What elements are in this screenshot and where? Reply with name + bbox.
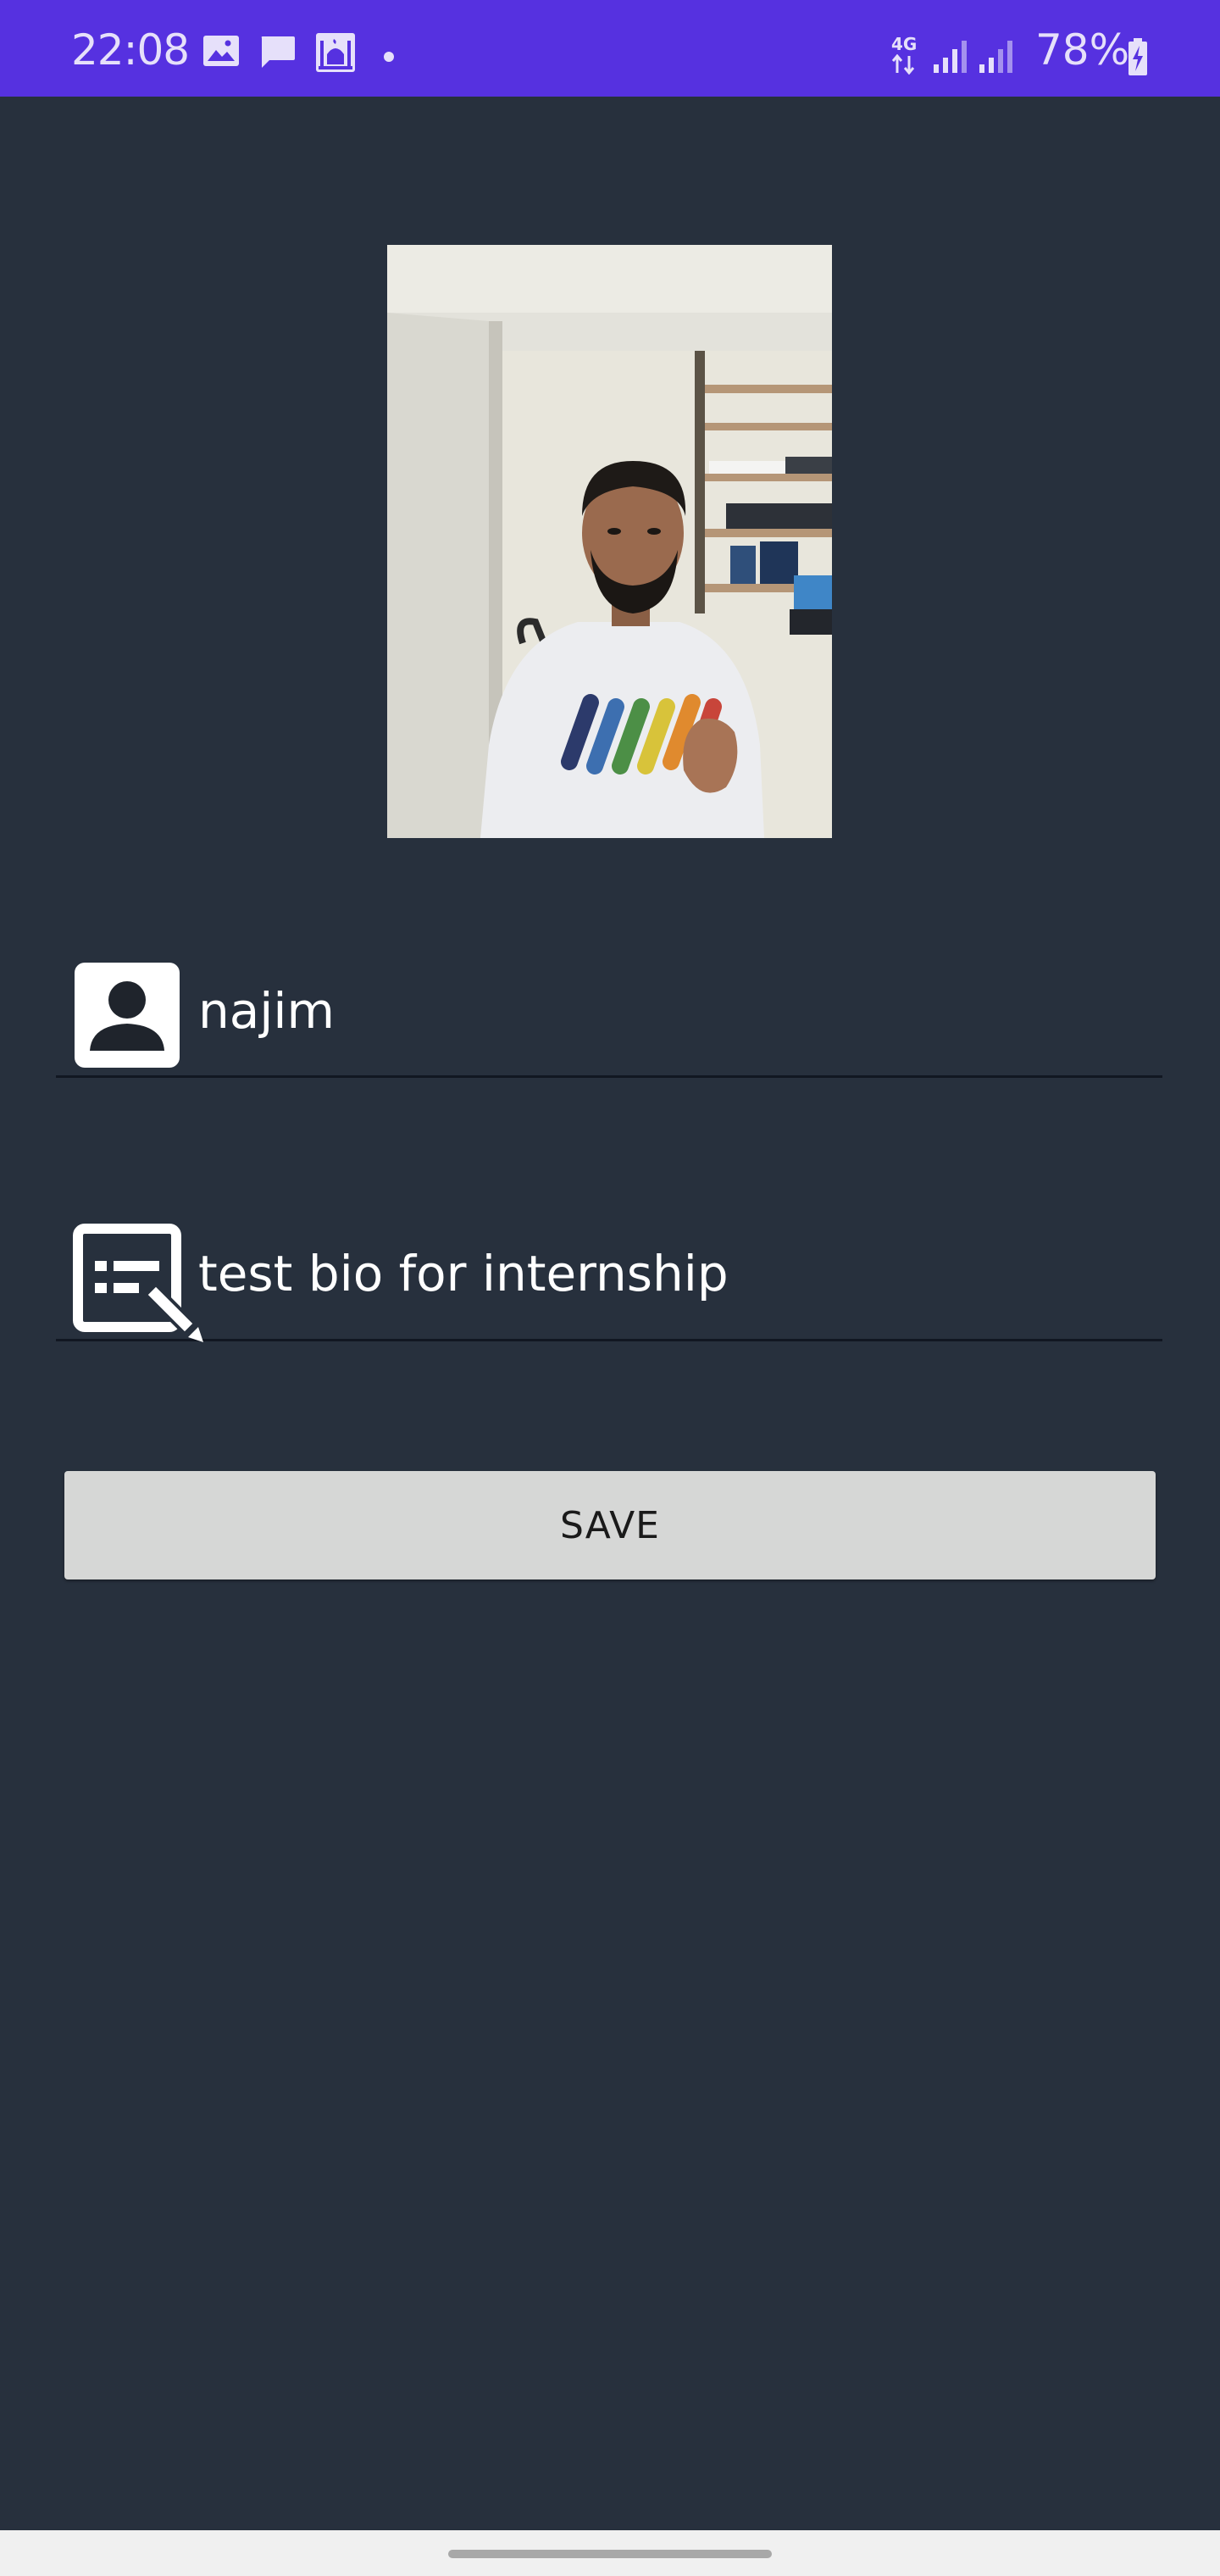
image-icon: [203, 36, 239, 66]
battery-percent: 78%: [1035, 25, 1130, 75]
bio-input[interactable]: test bio for internship: [198, 1249, 729, 1298]
mosque-icon: [316, 33, 355, 72]
signal-icon: [934, 41, 967, 73]
profile-photo[interactable]: [387, 245, 832, 838]
message-icon: [261, 36, 295, 68]
navigation-bar: [0, 2530, 1220, 2576]
dot-icon: [384, 52, 394, 62]
name-field[interactable]: najim: [56, 944, 1162, 1078]
network-4g-icon: 4G: [890, 36, 920, 76]
status-bar: 22:08 4G 78%: [0, 0, 1220, 97]
save-button[interactable]: SAVE: [64, 1471, 1156, 1579]
battery-charging-icon: [1128, 38, 1147, 75]
status-time: 22:08: [71, 25, 190, 75]
signal-icon: [979, 41, 1012, 73]
edit-note-icon: [73, 1224, 203, 1342]
home-gesture-handle[interactable]: [448, 2550, 772, 2558]
bio-field[interactable]: test bio for internship: [56, 1207, 1162, 1342]
profile-edit-screen: najim test bio for internship SAVE: [0, 97, 1220, 2530]
name-input[interactable]: najim: [198, 986, 335, 1035]
person-icon: [75, 963, 180, 1068]
